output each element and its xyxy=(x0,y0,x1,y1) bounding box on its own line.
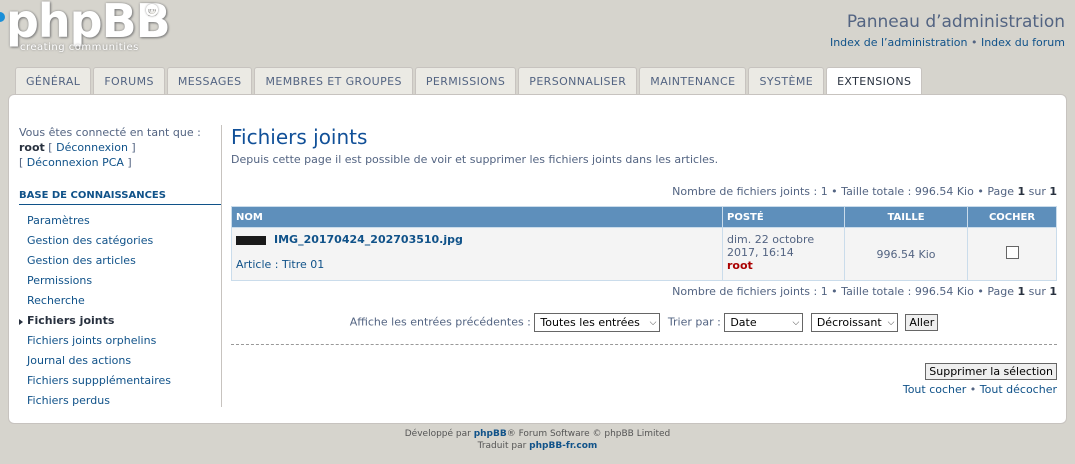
main-content: Fichiers joints Depuis cette page il est… xyxy=(231,125,1057,396)
delete-selected-button[interactable]: Supprimer la sélection xyxy=(925,363,1057,380)
main-panel: Vous êtes connecté en tant que : root [ … xyxy=(8,94,1067,424)
sidebar-item-settings[interactable]: Paramètres xyxy=(19,211,221,231)
menu-section-title: Base de connaissances xyxy=(19,190,221,205)
tab-extensions[interactable]: Extensions xyxy=(826,67,923,95)
tab-permissions[interactable]: Permissions xyxy=(414,67,517,94)
logged-in-label: Vous êtes connecté en tant que : xyxy=(19,126,201,139)
tab-forums[interactable]: Forums xyxy=(93,67,165,94)
logo-dot-icon xyxy=(0,12,5,22)
uncheck-all-link[interactable]: Tout décocher xyxy=(980,383,1057,396)
page-title: Fichiers joints xyxy=(231,125,368,149)
col-header-check: Cocher xyxy=(968,207,1056,227)
footer: Développé par phpBB® Forum Software © ph… xyxy=(404,429,671,451)
sort-label: Trier par : xyxy=(667,315,721,329)
check-links: Tout cocher • Tout décocher xyxy=(902,383,1057,396)
col-header-posted: Posté xyxy=(723,207,844,227)
sidebar-item-categories[interactable]: Gestion des catégories xyxy=(19,231,221,251)
acp-title: Panneau d’administration xyxy=(846,12,1065,32)
article-label: Article : Titre 01 xyxy=(236,258,718,271)
sidebar-item-permissions[interactable]: Permissions xyxy=(19,271,221,291)
go-button[interactable]: Aller xyxy=(905,314,939,331)
main-tabs: Général Forums Messages Membres et group… xyxy=(15,67,923,95)
period-select[interactable]: Toutes les entrées ⌵ xyxy=(534,313,661,332)
chevron-down-icon: ⌵ xyxy=(887,317,895,328)
separator: • xyxy=(970,36,978,49)
attachments-table: Nom Posté Taille Cocher IMG_20170424_202… xyxy=(231,206,1057,281)
phpbb-link[interactable]: phpBB xyxy=(474,429,507,439)
chevron-down-icon: ⌵ xyxy=(792,317,800,328)
order-select[interactable]: Décroissant ⌵ xyxy=(810,313,898,332)
stats-top: Nombre de fichiers joints : 1 • Taille t… xyxy=(672,185,1057,198)
tab-customise[interactable]: Personnaliser xyxy=(518,67,638,94)
article-link[interactable]: Article : Titre 01 xyxy=(236,258,324,271)
logo-tagline: creating communities xyxy=(20,42,139,53)
file-size: 996.54 Kio xyxy=(845,228,967,280)
tab-system[interactable]: Système xyxy=(748,67,825,94)
username: root xyxy=(19,141,45,154)
sidebar: Vous êtes connecté en tant que : root [ … xyxy=(19,125,221,411)
col-header-size: Taille xyxy=(845,207,967,227)
sidebar-item-articles[interactable]: Gestion des articles xyxy=(19,251,221,271)
tab-messages[interactable]: Messages xyxy=(166,67,253,94)
top-links: Index de l’administration • Index du for… xyxy=(830,36,1065,49)
table-row: IMG_20170424_202703510.jpg Article : Tit… xyxy=(232,228,1056,280)
stats-bottom: Nombre de fichiers joints : 1 • Taille t… xyxy=(672,285,1057,298)
phpbb-fr-link[interactable]: phpBB-fr.com xyxy=(529,441,597,451)
sidebar-item-extra-files[interactable]: Fichiers suppplémentaires xyxy=(19,371,221,391)
select-checkbox[interactable] xyxy=(1005,246,1019,259)
tab-members-groups[interactable]: Membres et groupes xyxy=(254,67,413,94)
page-description: Depuis cette page il est possible de voi… xyxy=(231,153,719,166)
logo-text: phpBB xyxy=(6,0,171,48)
logout-acp-link[interactable]: Déconnexion PCA xyxy=(27,156,124,169)
chevron-down-icon: ⌵ xyxy=(649,317,657,328)
divider xyxy=(231,344,1057,345)
tab-maintenance[interactable]: Maintenance xyxy=(639,67,747,94)
actions: Supprimer la sélection xyxy=(231,363,1057,380)
thumbnail-image[interactable] xyxy=(236,235,266,245)
registered-icon: ® xyxy=(146,4,158,16)
tab-general[interactable]: Général xyxy=(15,67,92,94)
posted-date: dim. 22 octobre 2017, 16:14 xyxy=(727,233,815,259)
sidebar-divider xyxy=(221,125,222,407)
forum-index-link[interactable]: Index du forum xyxy=(981,36,1065,49)
sidebar-item-attachments[interactable]: Fichiers joints xyxy=(19,311,221,331)
col-header-name: Nom xyxy=(232,207,722,227)
sort-select[interactable]: Date ⌵ xyxy=(724,313,804,332)
filter-label: Affiche les entrées précédentes : xyxy=(349,315,531,329)
logout-link[interactable]: Déconnexion xyxy=(56,141,128,154)
login-info: Vous êtes connecté en tant que : root [ … xyxy=(19,125,221,170)
sidebar-item-action-log[interactable]: Journal des actions xyxy=(19,351,221,371)
phpbb-logo[interactable]: phpBB ® creating communities xyxy=(0,0,171,58)
check-all-link[interactable]: Tout cocher xyxy=(903,383,966,396)
sidebar-item-search[interactable]: Recherche xyxy=(19,291,221,311)
filter-bar: Affiche les entrées précédentes : Toutes… xyxy=(231,313,1057,332)
sidebar-item-lost-files[interactable]: Fichiers perdus xyxy=(19,391,221,411)
attachment-filename[interactable]: IMG_20170424_202703510.jpg xyxy=(274,233,463,246)
posted-user[interactable]: root xyxy=(727,259,840,272)
sidebar-item-orphan-attachments[interactable]: Fichiers joints orphelins xyxy=(19,331,221,351)
acp-index-link[interactable]: Index de l’administration xyxy=(830,36,967,49)
